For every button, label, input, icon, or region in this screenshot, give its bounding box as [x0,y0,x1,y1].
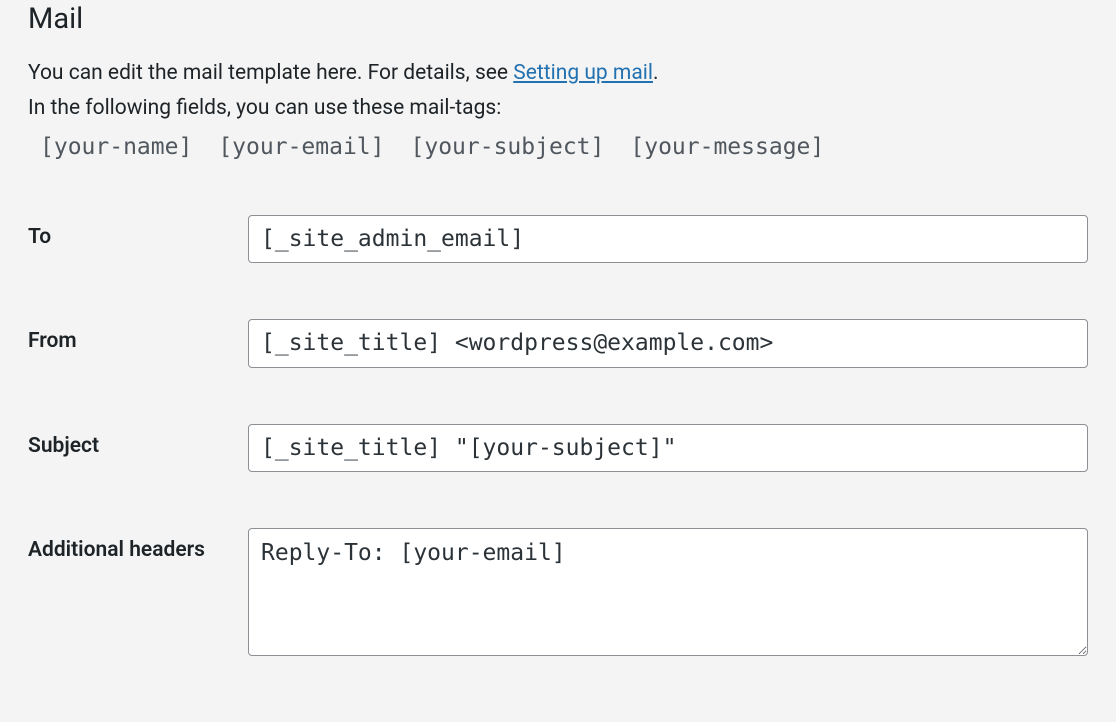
mail-tag: [your-subject] [411,129,605,167]
label-from: From [28,319,248,356]
to-input[interactable] [248,215,1088,263]
section-title: Mail [28,0,1088,36]
desc-suffix: . [653,61,659,85]
label-to: To [28,215,248,252]
mail-tags-list: [your-name] [your-email] [your-subject] … [28,129,1088,167]
desc-line-2: In the following fields, you can use the… [28,91,1088,126]
label-additional-headers: Additional headers [28,528,248,565]
desc-prefix: You can edit the mail template here. For… [28,61,513,85]
field-wrap-additional-headers: Reply-To: [your-email] [248,528,1088,660]
section-description: You can edit the mail template here. For… [28,56,1088,167]
mail-tag: [your-name] [40,129,192,167]
field-wrap-to [248,215,1088,263]
additional-headers-textarea[interactable]: Reply-To: [your-email] [248,528,1088,656]
row-from: From [28,319,1088,367]
row-to: To [28,215,1088,263]
mail-tag: [your-email] [218,129,384,167]
mail-tag: [your-message] [630,129,824,167]
row-additional-headers: Additional headers Reply-To: [your-email… [28,528,1088,660]
field-wrap-subject [248,424,1088,472]
row-subject: Subject [28,424,1088,472]
label-subject: Subject [28,424,248,461]
field-wrap-from [248,319,1088,367]
desc-line-1: You can edit the mail template here. For… [28,56,1088,91]
from-input[interactable] [248,319,1088,367]
subject-input[interactable] [248,424,1088,472]
mail-settings-section: Mail You can edit the mail template here… [0,0,1116,708]
setting-up-mail-link[interactable]: Setting up mail [513,61,653,85]
